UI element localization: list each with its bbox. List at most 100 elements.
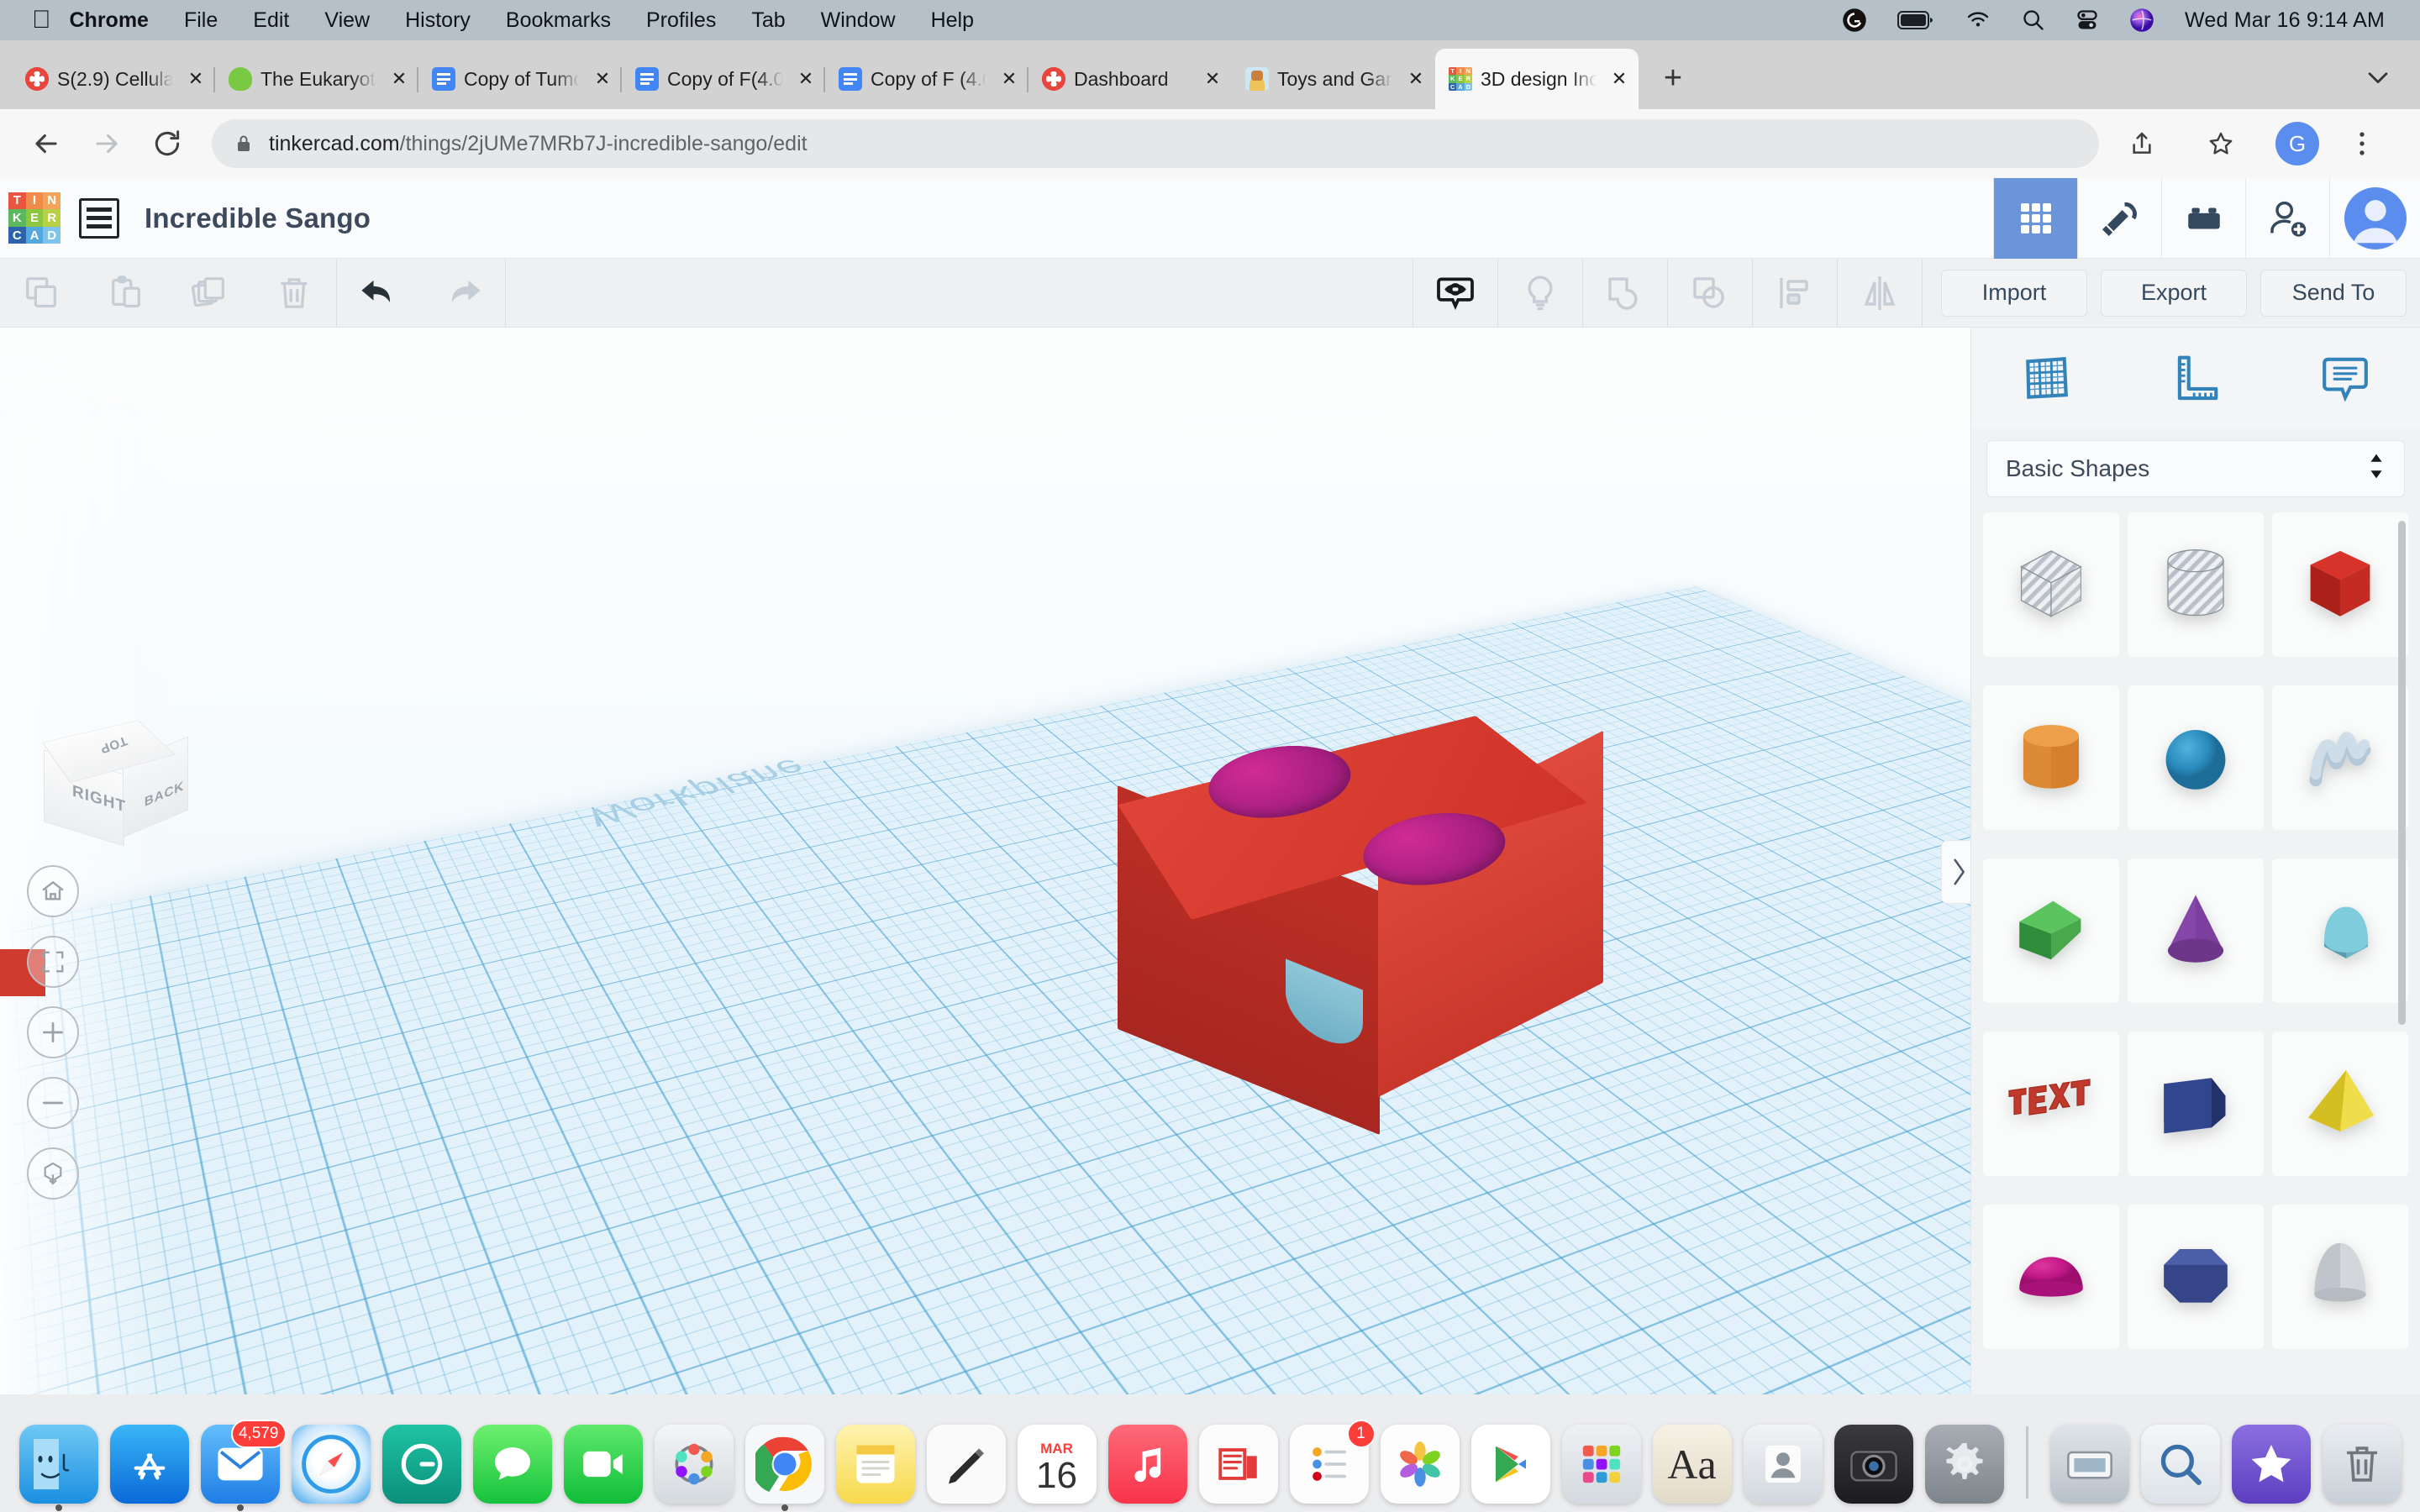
grid-view-button[interactable] (1993, 177, 2077, 259)
view-cube[interactable]: RIGHT BACK TOP (34, 710, 193, 847)
dock-item-calendar[interactable]: MAR 16 (1017, 1425, 1097, 1504)
share-icon[interactable] (2118, 119, 2166, 168)
dock-item-music[interactable] (1107, 1425, 1187, 1504)
shape-scribble[interactable] (2272, 685, 2408, 830)
menu-item-edit[interactable]: Edit (253, 8, 289, 33)
browser-tab-0[interactable]: S(2.9) Cellular R ✕ (12, 49, 215, 109)
dock-item-chrome[interactable] (744, 1425, 824, 1511)
shape-round-roof[interactable] (2272, 858, 2408, 1003)
siri-icon[interactable] (2129, 8, 2154, 33)
menu-item-profiles[interactable]: Profiles (646, 8, 716, 33)
panel-expand-handle[interactable] (1941, 840, 1975, 904)
browser-tab-6[interactable]: Toys and Games ✕ (1232, 49, 1435, 109)
url-bar[interactable]: tinkercad.com/things/2jUMe7MRb7J-incredi… (212, 119, 2099, 168)
shape-text[interactable] (1983, 1032, 2119, 1176)
chevron-down-icon[interactable] (2358, 57, 2398, 97)
browser-tab-2[interactable]: Copy of Tumor S ✕ (417, 49, 622, 109)
shape-paraboloid[interactable] (2272, 1205, 2408, 1349)
group-icon[interactable] (1583, 259, 1667, 328)
bookmark-star-icon[interactable] (2196, 119, 2245, 168)
close-icon[interactable]: ✕ (1198, 65, 1227, 93)
send-to-button[interactable]: Send To (2260, 269, 2407, 317)
dock-item-downloads-stack[interactable] (2231, 1425, 2311, 1504)
reload-icon[interactable] (143, 119, 192, 168)
dock-item-mail[interactable]: 4,579 (200, 1420, 287, 1511)
dock-item-news[interactable] (1198, 1425, 1278, 1504)
close-icon[interactable]: ✕ (995, 65, 1023, 93)
dock-item-photos[interactable] (1380, 1425, 1460, 1504)
dock-item-finder[interactable] (18, 1425, 98, 1511)
shape-cylinder[interactable] (1983, 685, 2119, 830)
shape-cylinder-hole[interactable] (2128, 512, 2264, 657)
dock-item-camera[interactable] (1833, 1425, 1913, 1504)
dock-item-app-store[interactable] (109, 1425, 189, 1504)
dock-item-launchpad[interactable] (1561, 1425, 1641, 1504)
ungroup-icon[interactable] (1668, 259, 1752, 328)
shape-roof[interactable] (1983, 858, 2119, 1003)
duplicate-icon[interactable] (168, 259, 252, 328)
shape-pyramid[interactable] (2272, 1032, 2408, 1176)
menu-item-tab[interactable]: Tab (751, 8, 785, 33)
tinkercad-logo-icon[interactable]: T I N K E R C A D (8, 192, 60, 244)
browser-tab-5[interactable]: Dashboard ✕ (1027, 49, 1232, 109)
zoom-in-icon[interactable] (27, 1006, 79, 1058)
dock-item-reminders[interactable]: 1 (1289, 1420, 1376, 1504)
workplane-icon[interactable] (2000, 342, 2092, 414)
dock-item-safari[interactable] (291, 1425, 371, 1504)
shape-category-select[interactable]: Basic Shapes (1986, 440, 2405, 497)
wifi-icon[interactable] (1965, 10, 1991, 30)
shape-box-hole[interactable] (1983, 512, 2119, 657)
close-icon[interactable]: ✕ (1402, 65, 1430, 93)
shape-cone[interactable] (2128, 858, 2264, 1003)
grammarly-icon[interactable] (1842, 8, 1867, 33)
model-red-box[interactable] (1118, 689, 1639, 1226)
redo-icon[interactable] (421, 259, 505, 328)
delete-icon[interactable] (252, 259, 336, 328)
pickaxe-icon[interactable] (2077, 177, 2161, 259)
dock-item-system-preferences[interactable] (1924, 1425, 2004, 1504)
zoom-out-icon[interactable] (27, 1077, 79, 1129)
dock-item-trash[interactable] (2322, 1425, 2402, 1504)
dock-item-notes[interactable] (835, 1425, 915, 1504)
menubar-clock[interactable]: Wed Mar 16 9:14 AM (2185, 8, 2385, 33)
undo-icon[interactable] (337, 259, 421, 328)
workplane-grid[interactable] (0, 585, 1970, 1394)
menu-item-file[interactable]: File (184, 8, 218, 33)
align-icon[interactable] (1753, 259, 1837, 328)
browser-tab-1[interactable]: The Eukaryotic C ✕ (213, 49, 418, 109)
menu-item-window[interactable]: Window (821, 8, 896, 33)
shape-wedge[interactable] (2128, 1032, 2264, 1176)
menu-item-history[interactable]: History (405, 8, 471, 33)
import-button[interactable]: Import (1941, 269, 2087, 317)
ruler-icon[interactable] (2149, 342, 2242, 414)
browser-tab-3[interactable]: Copy of F(4.0)a ✕ (620, 49, 825, 109)
3d-canvas[interactable]: Workplane RIGHT BACK TOP (0, 328, 1970, 1394)
dock-item-screenshot[interactable] (2049, 1425, 2129, 1504)
new-tab-button[interactable]: + (1647, 52, 1699, 104)
close-icon[interactable]: ✕ (588, 65, 617, 93)
menu-item-view[interactable]: View (324, 8, 370, 33)
copy-icon[interactable] (0, 259, 84, 328)
dock-item-contacts[interactable] (1743, 1425, 1823, 1504)
add-person-icon[interactable] (2245, 177, 2329, 259)
home-view-icon[interactable] (27, 865, 79, 917)
close-icon[interactable]: ✕ (182, 65, 210, 93)
lego-brick-icon[interactable] (2161, 177, 2245, 259)
paste-icon[interactable] (84, 259, 168, 328)
dock-item-messages[interactable] (472, 1425, 552, 1504)
kebab-menu-icon[interactable] (2338, 119, 2386, 168)
shape-half-sphere[interactable] (1983, 1205, 2119, 1349)
menu-item-chrome[interactable]: Chrome (70, 8, 149, 33)
close-icon[interactable]: ✕ (792, 65, 820, 93)
dock-item-notability[interactable] (926, 1425, 1006, 1504)
profile-avatar[interactable]: G (2275, 122, 2319, 165)
battery-icon[interactable] (1897, 10, 1934, 30)
light-bulb-icon[interactable] (1498, 259, 1582, 328)
forward-arrow-icon[interactable] (82, 119, 131, 168)
list-menu-icon[interactable] (79, 197, 119, 239)
mirror-icon[interactable] (1838, 259, 1922, 328)
close-icon[interactable]: ✕ (1605, 65, 1634, 93)
panel-scrollbar[interactable] (2398, 521, 2406, 1025)
ortho-perspective-icon[interactable] (27, 1147, 79, 1200)
browser-tab-4[interactable]: Copy of F (4.0a ✕ (823, 49, 1028, 109)
